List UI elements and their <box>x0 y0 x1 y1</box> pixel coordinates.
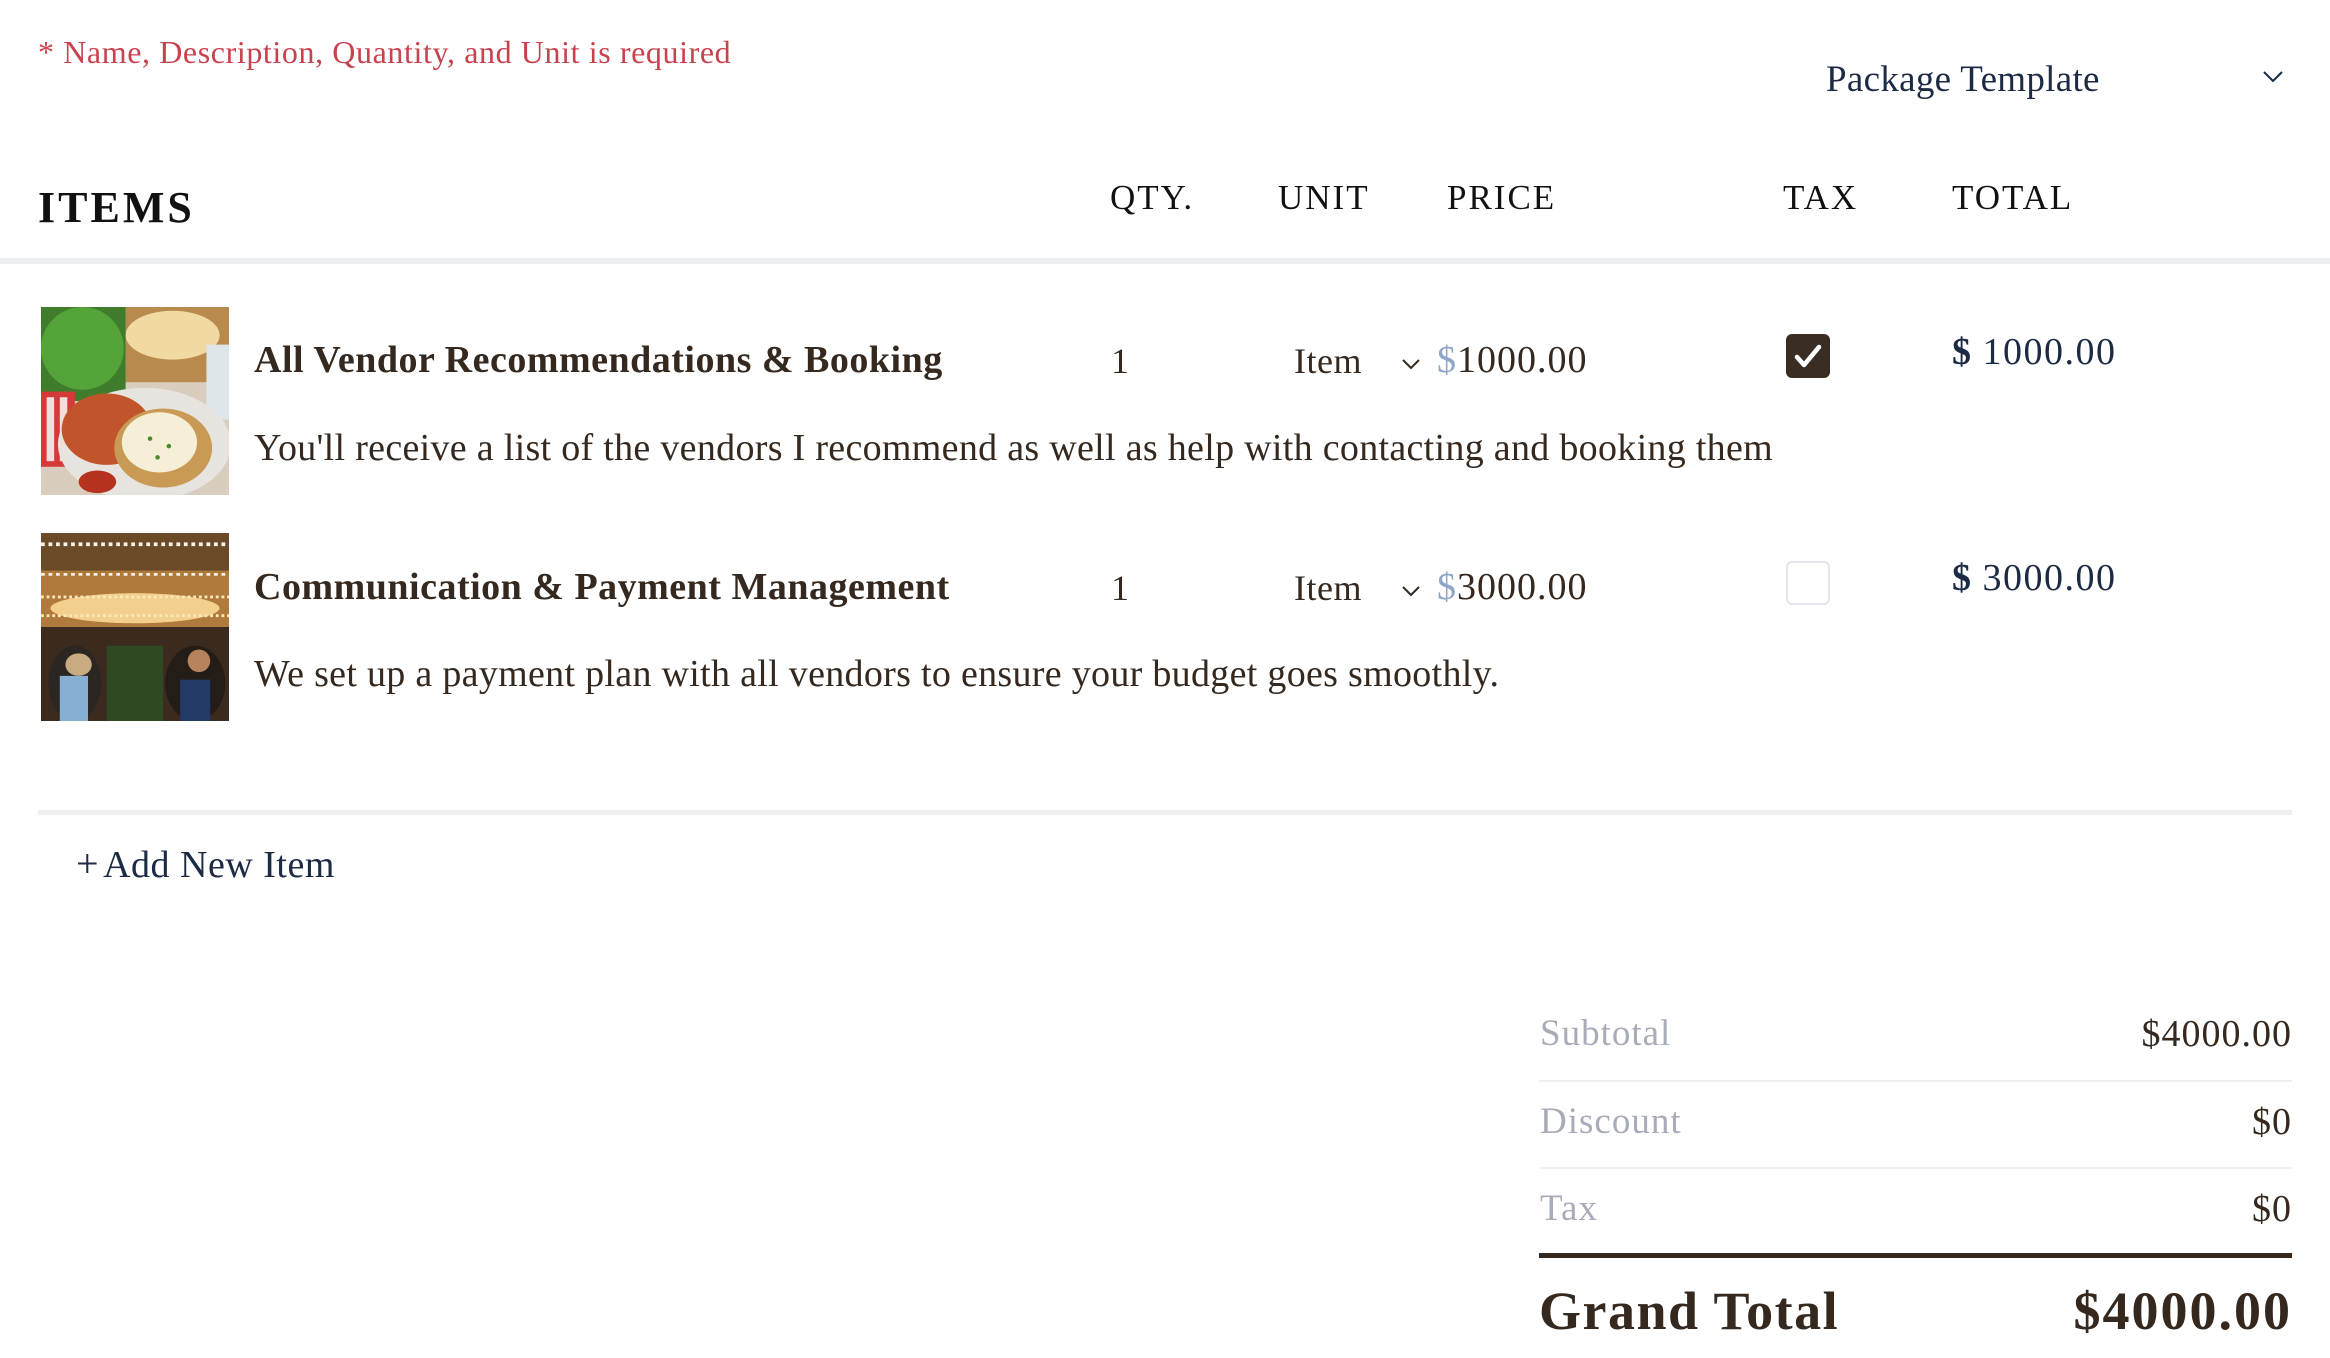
chevron-down-icon[interactable] <box>2262 70 2284 84</box>
item-unit-select[interactable]: Item <box>1294 340 1362 382</box>
item-price-input[interactable]: $3000.00 <box>1437 565 1588 609</box>
item-price-value[interactable]: 3000.00 <box>1457 566 1588 608</box>
summary-divider <box>1539 1167 2292 1169</box>
subtotal-label: Subtotal <box>1540 1013 1672 1054</box>
currency-symbol: $ <box>1952 557 1973 599</box>
package-template-select[interactable]: Package Template <box>1826 58 2100 101</box>
item-description[interactable]: We set up a payment plan with all vendor… <box>254 652 1499 696</box>
item-total: $1000.00 <box>1952 330 2117 374</box>
food-plate-image <box>41 307 229 495</box>
subtotal-value: $4000.00 <box>2141 1013 2292 1055</box>
currency-symbol: $ <box>1437 566 1457 608</box>
header-divider <box>0 258 2330 264</box>
header-tax: TAX <box>1783 178 1859 217</box>
add-new-item-label: Add New Item <box>103 844 335 886</box>
chevron-down-icon[interactable] <box>1400 584 1422 598</box>
items-divider <box>38 810 2292 815</box>
item-total-value: 1000.00 <box>1982 331 2117 373</box>
item-unit-select[interactable]: Item <box>1294 567 1362 609</box>
header-unit: UNIT <box>1278 178 1370 217</box>
grand-total-divider <box>1539 1253 2292 1258</box>
checkmark-icon <box>1794 344 1822 368</box>
chevron-down-icon[interactable] <box>1400 357 1422 371</box>
item-thumbnail-event[interactable] <box>41 533 229 721</box>
item-name[interactable]: Communication & Payment Management <box>254 565 950 609</box>
item-qty[interactable]: 1 <box>1111 567 1129 609</box>
items-heading: ITEMS <box>38 183 195 232</box>
add-new-item-button[interactable]: + Add New Item <box>76 840 335 887</box>
item-qty[interactable]: 1 <box>1111 340 1129 382</box>
item-price-input[interactable]: $1000.00 <box>1437 338 1588 382</box>
tax-checkbox[interactable] <box>1786 334 1830 378</box>
required-fields-note: * Name, Description, Quantity, and Unit … <box>38 34 732 70</box>
discount-label[interactable]: Discount <box>1540 1100 1682 1143</box>
item-price-value[interactable]: 1000.00 <box>1457 339 1588 381</box>
tax-checkbox[interactable] <box>1786 561 1830 605</box>
event-tent-image <box>41 533 229 721</box>
header-qty: QTY. <box>1110 178 1195 217</box>
currency-symbol: $ <box>1437 339 1457 381</box>
tax-value: $0 <box>2252 1188 2292 1230</box>
currency-symbol: $ <box>1952 331 1973 373</box>
item-description[interactable]: You'll receive a list of the vendors I r… <box>254 426 1773 470</box>
tax-label: Tax <box>1540 1188 1598 1229</box>
item-total: $3000.00 <box>1952 556 2117 600</box>
plus-icon: + <box>76 841 100 886</box>
item-thumbnail-food[interactable] <box>41 307 229 495</box>
grand-total-value: $4000.00 <box>2073 1281 2292 1341</box>
discount-value[interactable]: $0 <box>2252 1100 2292 1144</box>
summary-divider <box>1539 1080 2292 1082</box>
header-price: PRICE <box>1447 178 1557 217</box>
item-name[interactable]: All Vendor Recommendations & Booking <box>254 338 943 382</box>
grand-total-label: Grand Total <box>1539 1281 1840 1341</box>
item-total-value: 3000.00 <box>1982 557 2117 599</box>
header-total: TOTAL <box>1952 178 2074 217</box>
